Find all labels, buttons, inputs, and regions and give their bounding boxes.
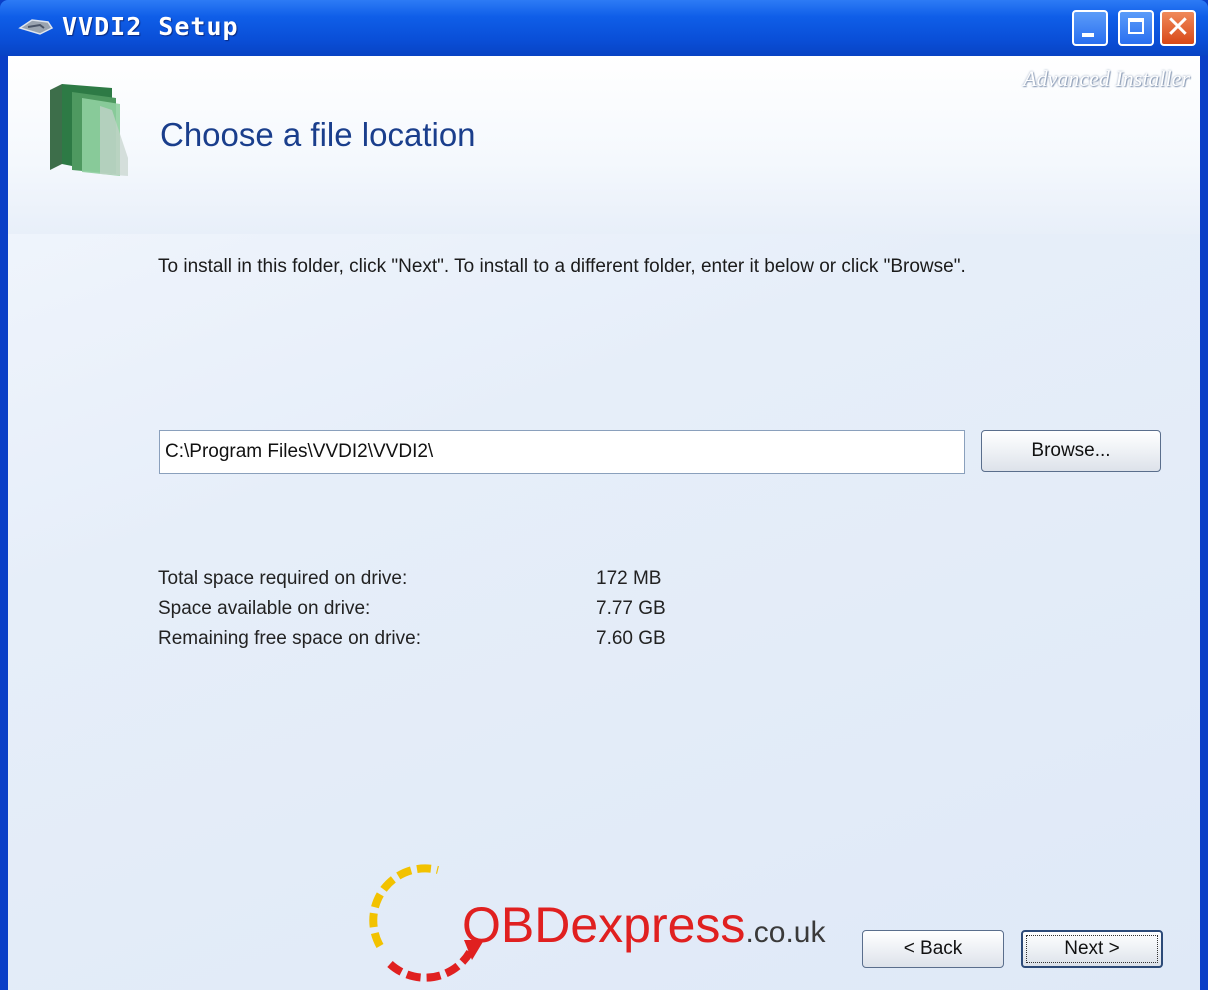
- total-space-label: Total space required on drive:: [158, 568, 408, 589]
- minimize-icon: [1082, 33, 1094, 37]
- back-button[interactable]: < Back: [862, 930, 1004, 968]
- remaining-space-label: Remaining free space on drive:: [158, 628, 421, 649]
- maximize-icon: [1128, 18, 1144, 34]
- focus-rect: [1026, 935, 1158, 963]
- minimize-button[interactable]: [1072, 10, 1108, 46]
- window-title: VVDI2 Setup: [62, 12, 239, 41]
- close-button[interactable]: ✕: [1160, 10, 1196, 46]
- total-space-value: 172 MB: [596, 568, 662, 589]
- title-bar[interactable]: VVDI2 Setup ✕: [0, 0, 1208, 56]
- close-icon: ✕: [1165, 10, 1191, 45]
- app-icon: [18, 19, 54, 35]
- dialog-body: Advanced Installer Choose a file locatio…: [8, 56, 1200, 990]
- watermark-logo: OBDexpress.co.uk: [360, 856, 880, 986]
- dialog-header: Advanced Installer Choose a file locatio…: [8, 56, 1200, 234]
- remaining-space-value: 7.60 GB: [596, 628, 666, 649]
- browse-button[interactable]: Browse...: [981, 430, 1161, 472]
- watermark-main: OBDexpress: [462, 897, 746, 953]
- watermark-suffix: .co.uk: [745, 916, 826, 949]
- next-button[interactable]: Next >: [1021, 930, 1163, 968]
- instruction-text: To install in this folder, click "Next".…: [158, 256, 966, 277]
- maximize-button[interactable]: [1118, 10, 1154, 46]
- watermark-text: OBDexpress.co.uk: [462, 896, 825, 954]
- setup-window: VVDI2 Setup ✕ Advanced Installer Choose …: [0, 0, 1208, 990]
- folder-icon: [50, 84, 128, 176]
- page-title: Choose a file location: [160, 116, 476, 153]
- available-space-value: 7.77 GB: [596, 598, 666, 619]
- install-path-input[interactable]: [159, 430, 965, 474]
- available-space-label: Space available on drive:: [158, 598, 371, 619]
- installer-brand: Advanced Installer: [1023, 66, 1190, 91]
